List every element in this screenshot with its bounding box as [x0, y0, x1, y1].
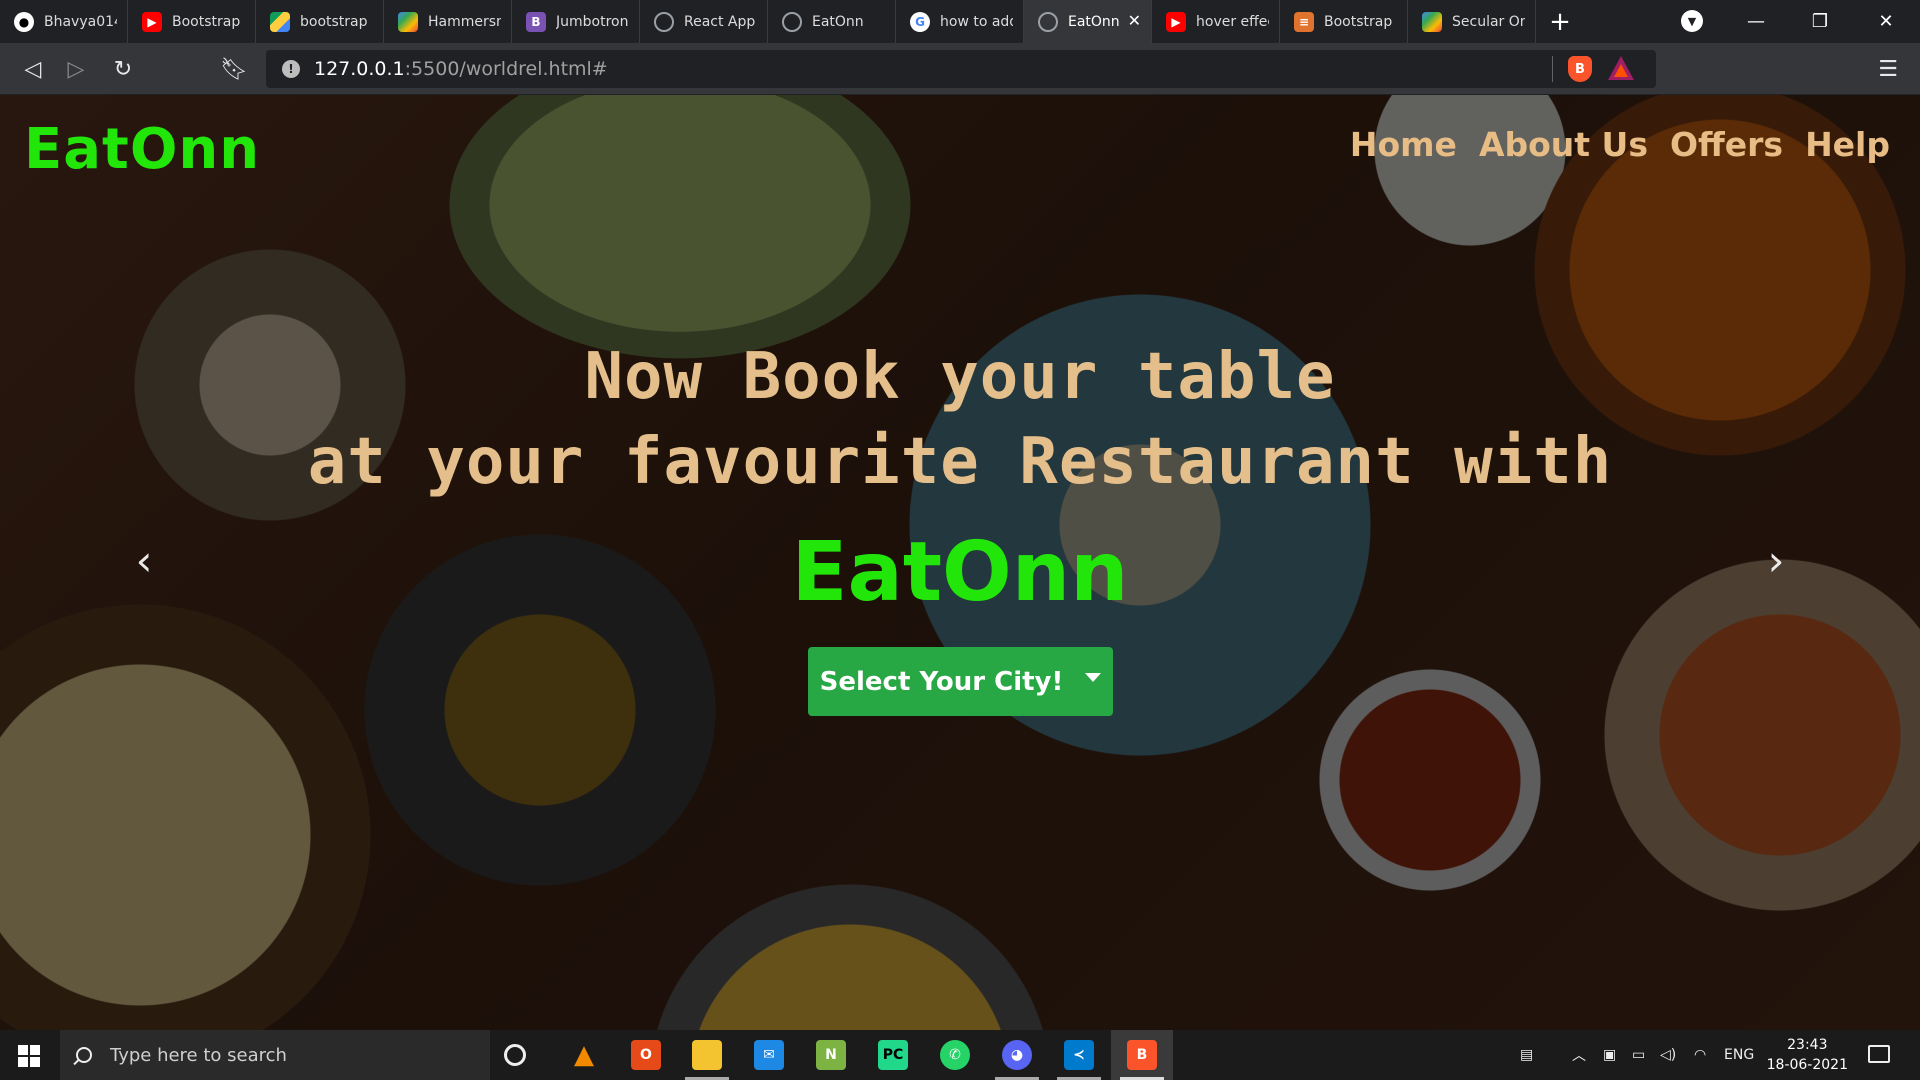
vscode-icon[interactable]: ≺ [1064, 1040, 1094, 1070]
clock-time: 23:43 [1787, 1037, 1828, 1053]
caret-down-icon [1085, 673, 1102, 682]
tab-jumbotron[interactable]: B Jumbotron [512, 0, 640, 43]
tab-eatonn-active[interactable]: EatOnn ✕ [1024, 0, 1152, 43]
hero-heading-line1: Now Book your table [584, 340, 1336, 414]
browser-menu-icon[interactable]: ☰ [1878, 57, 1898, 82]
tab-youtube-bootstrap4[interactable]: ▶Bootstrap 4 [128, 0, 256, 43]
url-host: 127.0.0.1 [314, 58, 405, 80]
windows-taskbar: Type here to search ▲ O ✉ N PC ✆ ◕ ≺ B ▤… [0, 1030, 1920, 1080]
back-icon[interactable]: ◁ [19, 55, 47, 83]
wifi-icon[interactable]: ◠ [1694, 1030, 1706, 1080]
show-hidden-icons-icon[interactable]: ︿ [1572, 1030, 1586, 1080]
address-bar[interactable]: ! 127.0.0.1:5500/worldrel.html# B [266, 50, 1656, 88]
carousel-prev-icon[interactable]: ‹ [124, 535, 164, 585]
taskbar-search-placeholder: Type here to search [110, 1044, 287, 1066]
battery-icon[interactable]: ▭ [1632, 1030, 1645, 1080]
close-window-icon[interactable]: ✕ [1856, 0, 1916, 43]
search-icon [76, 1047, 92, 1063]
github-icon: ● [14, 11, 34, 32]
hero-brand-name: EatOnn [791, 525, 1129, 620]
nav-about-us[interactable]: About Us [1479, 125, 1648, 164]
stack-overflow-icon: ≡ [1294, 11, 1314, 32]
cortana-icon[interactable] [504, 1044, 526, 1066]
code-academy-icon [1422, 11, 1442, 32]
volume-icon[interactable]: ◁) [1660, 1030, 1676, 1080]
tab-hammersmith[interactable]: Hammersmi [384, 0, 512, 43]
code-academy-icon [398, 11, 418, 32]
youtube-icon: ▶ [142, 11, 162, 32]
tab-secular-one[interactable]: Secular One [1408, 0, 1536, 43]
reload-icon[interactable]: ↻ [109, 55, 137, 83]
file-explorer-icon[interactable] [692, 1040, 722, 1070]
bootstrap-icon: B [526, 11, 546, 32]
youtube-icon: ▶ [1166, 11, 1186, 32]
brave-rewards-icon[interactable] [1608, 56, 1634, 80]
brave-browser-icon[interactable]: B [1127, 1040, 1157, 1070]
tab-hover-effect[interactable]: ▶hover effect [1152, 0, 1280, 43]
minimize-window-icon[interactable]: — [1726, 0, 1786, 43]
select-city-dropdown-button[interactable]: Select Your City! [808, 647, 1113, 716]
taskbar-search-box[interactable]: Type here to search [60, 1030, 490, 1080]
tab-search-chevron-icon[interactable]: ▼ [1681, 10, 1703, 32]
tab-stackoverflow-bootstrap[interactable]: ≡ Bootstrap [1280, 0, 1408, 43]
tab-react-app[interactable]: React App [640, 0, 768, 43]
globe-icon [654, 11, 674, 32]
action-center-icon[interactable] [1868, 1045, 1890, 1063]
brave-shields-icon[interactable]: B [1568, 56, 1592, 82]
language-indicator[interactable]: ENG [1724, 1030, 1754, 1080]
pycharm-icon[interactable]: PC [878, 1040, 908, 1070]
browser-toolbar: ◁ ▷ ↻ 🔖︎ ! 127.0.0.1:5500/worldrel.html#… [0, 43, 1920, 95]
nav-home[interactable]: Home [1350, 125, 1457, 164]
globe-icon [1038, 11, 1058, 32]
page-hero-carousel: EatOnn Home About Us Offers Help Now Boo… [0, 95, 1920, 1030]
mail-icon[interactable]: ✉ [754, 1040, 784, 1070]
url-path: :5500/worldrel.html# [404, 58, 608, 80]
system-clock[interactable]: 23:43 18-06-2021 [1767, 1035, 1848, 1075]
bookmark-icon[interactable]: 🔖︎ [220, 55, 248, 83]
tab-google-search[interactable]: Ghow to add [896, 0, 1024, 43]
globe-icon [782, 11, 802, 32]
google-icon: G [910, 11, 930, 32]
tab-drive-bootstrap5[interactable]: bootstrap 5 [256, 0, 384, 43]
google-drive-icon [270, 11, 290, 32]
whatsapp-icon[interactable]: ✆ [940, 1040, 970, 1070]
nav-help[interactable]: Help [1805, 125, 1890, 164]
notepad-plus-icon[interactable]: N [816, 1040, 846, 1070]
main-nav: Home About Us Offers Help [1350, 125, 1890, 164]
carousel-next-icon[interactable]: › [1756, 535, 1796, 585]
browser-tab-strip: ●Bhavya014 ▶Bootstrap 4 bootstrap 5 Hamm… [0, 0, 1920, 43]
select-city-label: Select Your City! [819, 666, 1064, 697]
address-bar-divider [1552, 56, 1553, 82]
restore-window-icon[interactable]: ❐ [1790, 0, 1850, 43]
news-widget-icon[interactable]: ▤ [1520, 1030, 1533, 1080]
tab-github[interactable]: ● Bhavya014 [0, 0, 128, 43]
clock-date: 18-06-2021 [1766, 1057, 1848, 1073]
site-logo[interactable]: EatOnn [24, 117, 260, 182]
close-tab-icon[interactable]: ✕ [1128, 11, 1141, 30]
windows-start-icon[interactable] [18, 1045, 40, 1067]
nav-offers[interactable]: Offers [1670, 125, 1783, 164]
office-icon[interactable]: O [631, 1040, 661, 1070]
forward-icon[interactable]: ▷ [62, 55, 90, 83]
hero-heading-line2: at your favourite Restaurant with [307, 425, 1613, 499]
tab-eatonn-1[interactable]: EatOnn [768, 0, 896, 43]
meet-now-icon[interactable]: ▣ [1603, 1030, 1616, 1080]
site-info-icon[interactable]: ! [282, 60, 300, 78]
discord-icon[interactable]: ◕ [1002, 1040, 1032, 1070]
vlc-icon[interactable]: ▲ [569, 1040, 599, 1070]
new-tab-button[interactable]: + [1536, 0, 1584, 43]
